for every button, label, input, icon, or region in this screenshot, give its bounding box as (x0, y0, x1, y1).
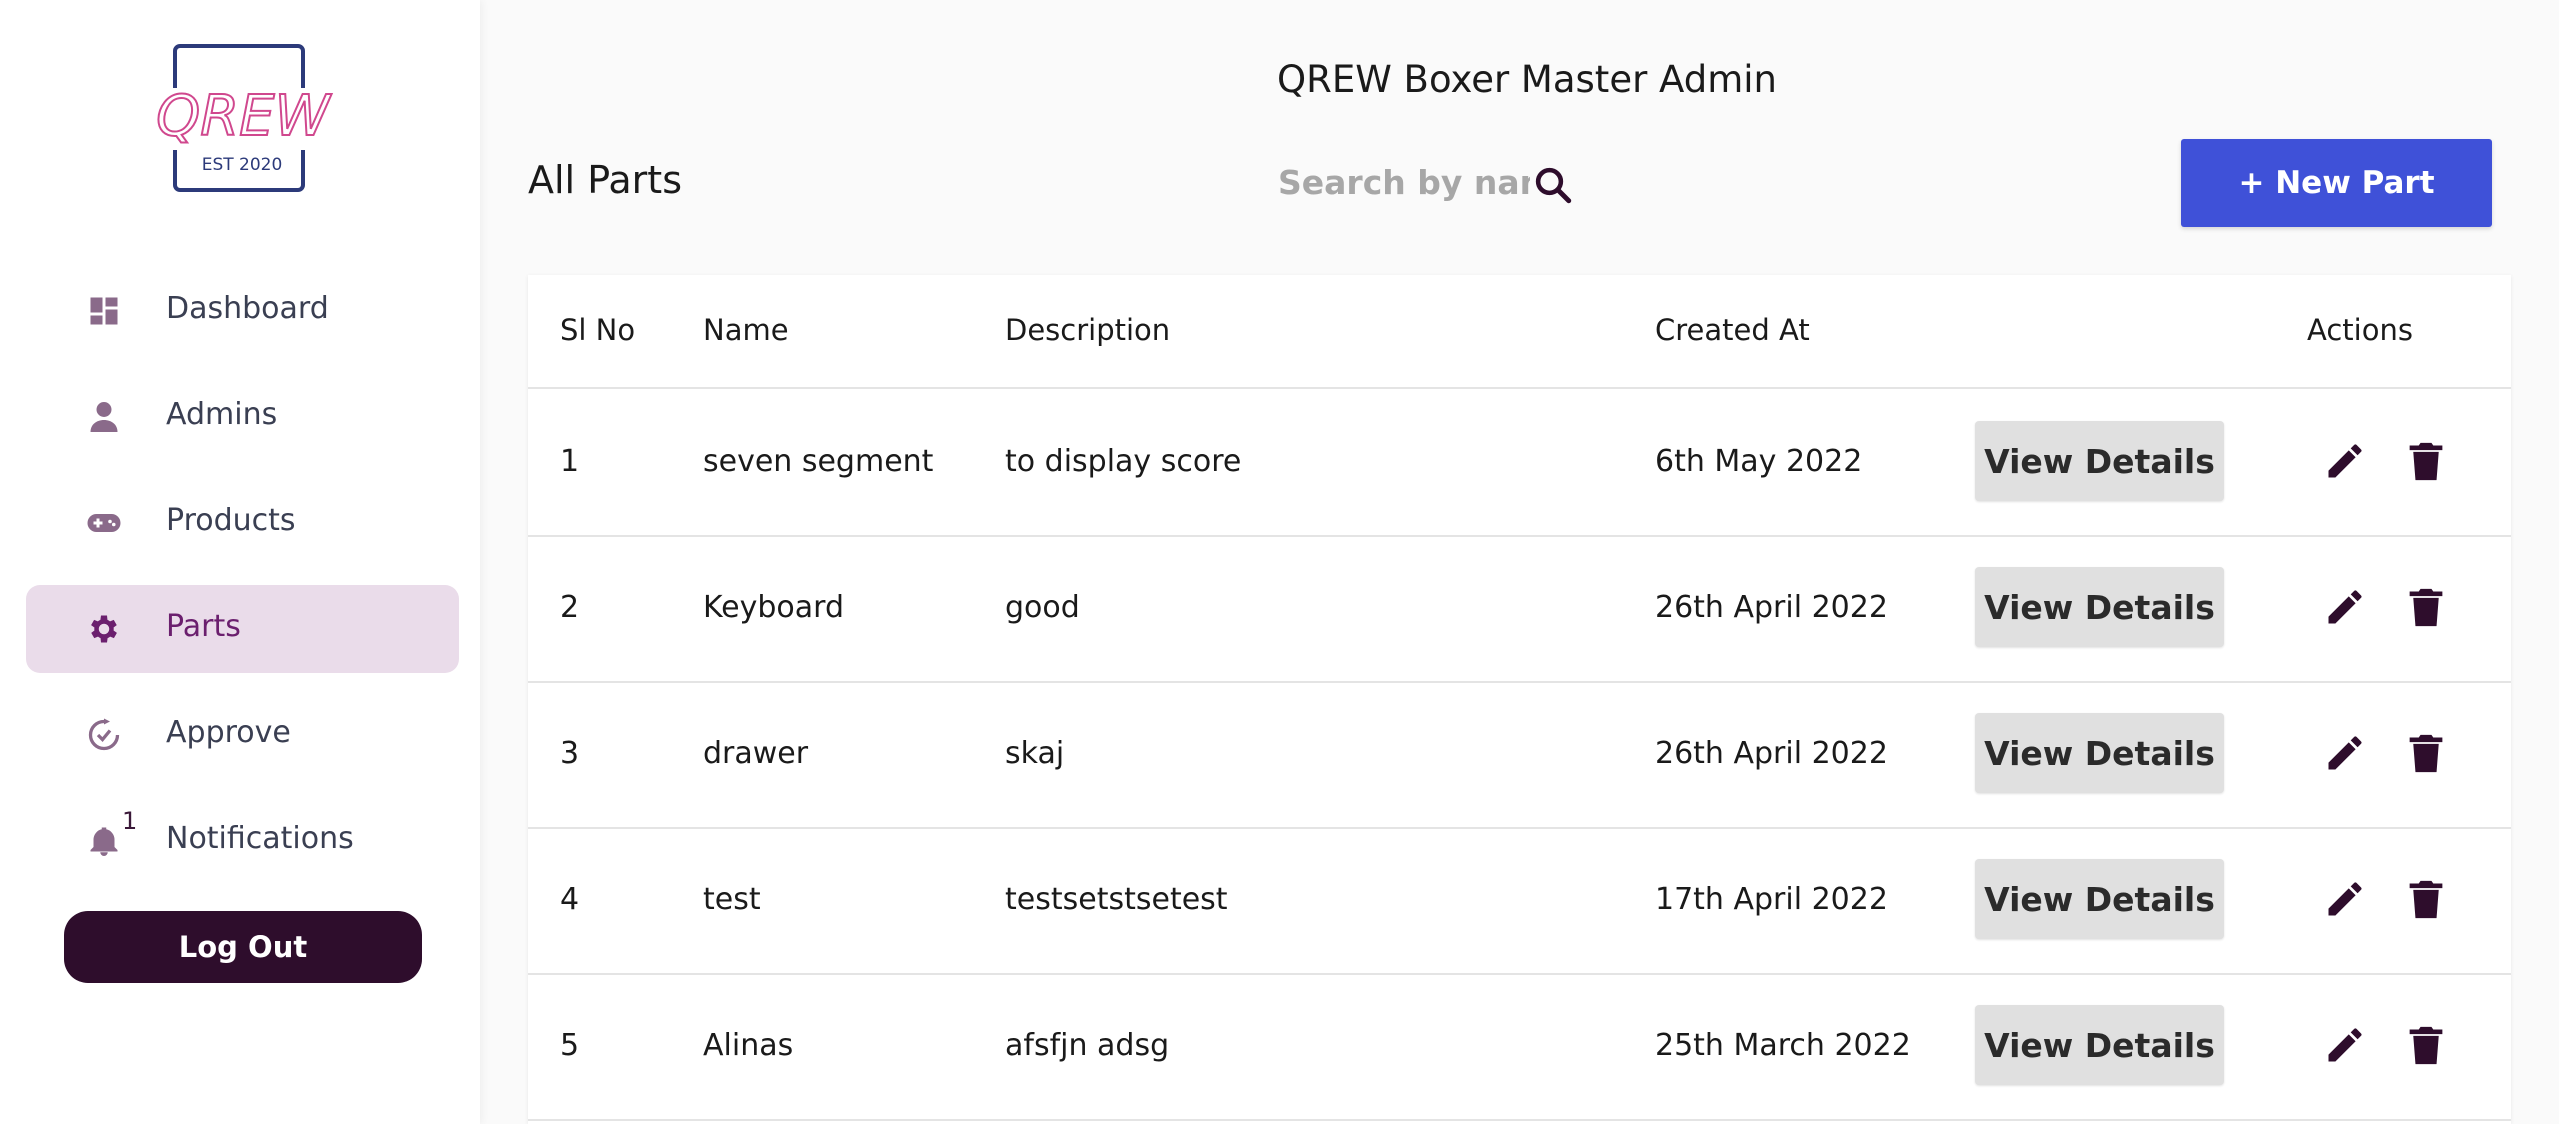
sidebar-item-dashboard[interactable]: Dashboard (26, 267, 459, 355)
search-bar (1278, 156, 1598, 208)
cell-description: skaj (1005, 736, 1065, 771)
person-icon (86, 399, 122, 435)
delete-icon[interactable] (2406, 439, 2446, 483)
table-row: 3 drawer skaj 26th April 2022 View Detai… (528, 681, 2511, 829)
table-header: Sl No Name Description Created At Action… (528, 275, 2511, 389)
cell-sl-no: 3 (560, 736, 580, 771)
page-title: All Parts (528, 158, 683, 202)
sidebar-item-label: Parts (166, 609, 241, 644)
edit-icon[interactable] (2323, 585, 2367, 629)
gamepad-icon (86, 505, 122, 541)
table-row: 2 Keyboard good 26th April 2022 View Det… (528, 535, 2511, 683)
column-header-actions: Actions (2307, 313, 2413, 347)
delete-icon[interactable] (2406, 1023, 2446, 1067)
logout-button[interactable]: Log Out (64, 911, 422, 983)
view-details-button[interactable]: View Details (1975, 421, 2224, 501)
logo-wordmark: QREW (156, 84, 332, 149)
view-details-button[interactable]: View Details (1975, 859, 2224, 939)
cell-created-at: 26th April 2022 (1655, 736, 1888, 771)
new-part-button[interactable]: + New Part (2181, 139, 2492, 227)
sidebar-item-parts[interactable]: Parts (26, 585, 459, 673)
cell-description: to display score (1005, 444, 1242, 479)
bell-icon (86, 823, 122, 859)
cell-description: afsfjn adsg (1005, 1028, 1170, 1063)
cell-description: testsetstsetest (1005, 882, 1228, 917)
cell-name: test (703, 882, 761, 917)
column-header-name: Name (703, 313, 789, 347)
cell-name: seven segment (703, 444, 934, 479)
cell-created-at: 25th March 2022 (1655, 1028, 1911, 1063)
cell-created-at: 26th April 2022 (1655, 590, 1888, 625)
table-row: 5 Alinas afsfjn adsg 25th March 2022 Vie… (528, 973, 2511, 1121)
view-details-button[interactable]: View Details (1975, 1005, 2224, 1085)
approve-icon (86, 717, 122, 753)
sidebar-item-admins[interactable]: Admins (26, 373, 459, 461)
cell-sl-no: 4 (560, 882, 580, 917)
column-header-description: Description (1005, 313, 1171, 347)
view-details-button[interactable]: View Details (1975, 567, 2224, 647)
table-row: 1 seven segment to display score 6th May… (528, 389, 2511, 537)
column-header-created-at: Created At (1655, 313, 1810, 347)
sidebar-item-label: Admins (166, 397, 278, 432)
edit-icon[interactable] (2323, 1023, 2367, 1067)
cell-sl-no: 1 (560, 444, 580, 479)
cell-created-at: 17th April 2022 (1655, 882, 1888, 917)
app-title: QREW Boxer Master Admin (1277, 58, 1777, 101)
gear-icon (86, 611, 122, 647)
delete-icon[interactable] (2406, 731, 2446, 775)
parts-table: Sl No Name Description Created At Action… (528, 275, 2511, 1124)
view-details-button[interactable]: View Details (1975, 713, 2224, 793)
table-row: 4 test testsetstsetest 17th April 2022 V… (528, 827, 2511, 975)
sidebar-item-products[interactable]: Products (26, 479, 459, 567)
sidebar: QREW EST 2020 Dashboard Admins Products … (0, 0, 480, 1124)
column-header-sl-no: Sl No (560, 313, 636, 347)
edit-icon[interactable] (2323, 439, 2367, 483)
sidebar-item-notifications[interactable]: 1 Notifications (26, 797, 459, 885)
cell-name: Alinas (703, 1028, 794, 1063)
search-icon[interactable] (1532, 164, 1574, 206)
sidebar-item-approve[interactable]: Approve (26, 691, 459, 779)
cell-sl-no: 2 (560, 590, 580, 625)
sidebar-item-label: Products (166, 503, 296, 538)
sidebar-item-label: Approve (166, 715, 291, 750)
qrew-logo: QREW EST 2020 (138, 40, 348, 200)
delete-icon[interactable] (2406, 585, 2446, 629)
cell-description: good (1005, 590, 1080, 625)
cell-name: drawer (703, 736, 809, 771)
logo-subtitle: EST 2020 (202, 155, 283, 175)
edit-icon[interactable] (2323, 877, 2367, 921)
sidebar-item-label: Dashboard (166, 291, 329, 326)
delete-icon[interactable] (2406, 877, 2446, 921)
edit-icon[interactable] (2323, 731, 2367, 775)
search-input[interactable] (1278, 156, 1530, 208)
sidebar-item-label: Notifications (166, 821, 354, 856)
notification-count-badge: 1 (122, 807, 138, 835)
cell-sl-no: 5 (560, 1028, 580, 1063)
dashboard-icon (86, 293, 122, 329)
cell-name: Keyboard (703, 590, 845, 625)
cell-created-at: 6th May 2022 (1655, 444, 1863, 479)
